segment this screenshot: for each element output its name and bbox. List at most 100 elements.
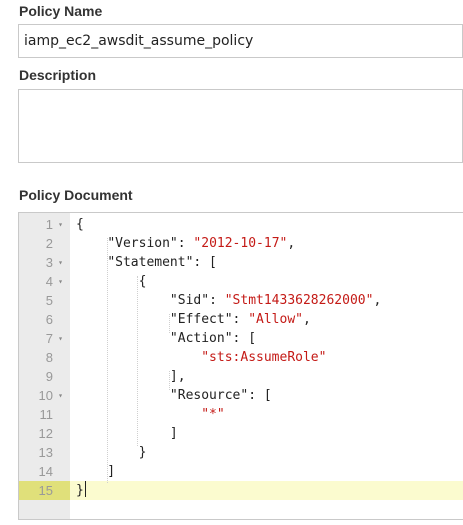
code-line[interactable]: 3 ▾ "Statement": [ xyxy=(19,253,463,272)
policy-document-label: Policy Document xyxy=(19,187,133,203)
code-text: { xyxy=(76,272,147,291)
code-text: { xyxy=(76,215,84,234)
line-number: 15 xyxy=(19,481,70,500)
punctuation-token xyxy=(76,331,170,346)
line-number: 14 xyxy=(19,462,70,481)
line-number-text: 2 xyxy=(45,236,53,251)
code-text: "Statement": [ xyxy=(76,253,217,272)
code-text: ] xyxy=(76,424,178,443)
line-number-text: 7 xyxy=(45,331,53,346)
punctuation-token: { xyxy=(76,217,84,232)
line-number-text: 14 xyxy=(38,464,53,479)
punctuation-token: } xyxy=(76,483,84,498)
punctuation-token xyxy=(76,350,201,365)
code-line[interactable]: 13 } xyxy=(19,443,463,462)
line-number: 12 xyxy=(19,424,70,443)
line-number: 11 xyxy=(19,405,70,424)
code-text: "Resource": [ xyxy=(76,386,272,405)
line-number: 13 xyxy=(19,443,70,462)
line-number-text: 13 xyxy=(38,445,53,460)
punctuation-token: : xyxy=(232,312,249,327)
punctuation-token xyxy=(76,255,107,270)
description-textarea[interactable] xyxy=(18,89,463,163)
code-text: ] xyxy=(76,462,115,481)
code-text: "*" xyxy=(76,405,225,424)
punctuation-token: } xyxy=(76,445,147,460)
policy-document-editor[interactable]: 1 ▾{2 "Version": "2012-10-17", 3 ▾ "Stateme… xyxy=(18,212,463,520)
line-number-text: 12 xyxy=(38,426,53,441)
fold-toggle-icon[interactable]: ▾ xyxy=(58,272,63,291)
string-token: "sts:AssumeRole" xyxy=(201,350,327,365)
code-text: "Version": "2012-10-17", xyxy=(76,234,295,253)
punctuation-token: ] xyxy=(76,426,178,441)
punctuation-token: : [ xyxy=(232,331,257,346)
line-number-text: 9 xyxy=(45,369,53,384)
code-line[interactable]: 1 ▾{ xyxy=(19,215,463,234)
punctuation-token: , xyxy=(287,236,296,251)
punctuation-token: : xyxy=(177,236,194,251)
code-line[interactable]: 12 ] xyxy=(19,424,463,443)
code-line[interactable]: 14 ] xyxy=(19,462,463,481)
code-text: "Action": [ xyxy=(76,329,256,348)
line-number-text: 3 xyxy=(45,255,53,270)
punctuation-token xyxy=(76,407,201,422)
code-line[interactable]: 2 "Version": "2012-10-17", xyxy=(19,234,463,253)
line-number-text: 8 xyxy=(45,350,53,365)
punctuation-token: , xyxy=(373,293,382,308)
punctuation-token: : [ xyxy=(193,255,217,270)
string-token: "Stmt1433628262000" xyxy=(224,293,374,308)
line-number-text: 1 xyxy=(45,217,53,232)
code-line[interactable]: 6 "Effect": "Allow", xyxy=(19,310,463,329)
string-token: "Allow" xyxy=(248,312,303,327)
code-line[interactable]: 4 ▾ { xyxy=(19,272,463,291)
string-token: "*" xyxy=(201,407,225,422)
line-number: 2 xyxy=(19,234,70,253)
line-number-text: 5 xyxy=(45,293,53,308)
line-number: 8 xyxy=(19,348,70,367)
code-line[interactable]: 7 ▾ "Action": [ xyxy=(19,329,463,348)
line-number-text: 11 xyxy=(39,407,54,422)
line-number-text: 15 xyxy=(38,483,53,498)
indent-guide xyxy=(169,371,170,390)
code-text: } xyxy=(76,481,84,500)
fold-toggle-icon[interactable]: ▾ xyxy=(58,215,63,234)
line-number: 9 xyxy=(19,367,70,386)
punctuation-token: ] xyxy=(76,464,116,479)
indent-guide xyxy=(169,314,170,333)
code-line[interactable]: 9 ], xyxy=(19,367,463,386)
code-line[interactable]: 8 "sts:AssumeRole" xyxy=(19,348,463,367)
punctuation-token xyxy=(76,236,107,251)
line-number: 6 xyxy=(19,310,70,329)
line-number: 3 ▾ xyxy=(19,253,70,272)
code-line[interactable]: 5 "Sid": "Stmt1433628262000", xyxy=(19,291,463,310)
policy-name-input[interactable]: iamp_ec2_awsdit_assume_policy xyxy=(18,24,463,58)
key-token: "Action" xyxy=(169,331,233,346)
punctuation-token: { xyxy=(76,274,147,289)
line-number-text: 6 xyxy=(45,312,53,327)
fold-toggle-icon[interactable]: ▾ xyxy=(58,253,63,272)
punctuation-token: , xyxy=(303,312,311,327)
code-text: } xyxy=(76,443,147,462)
punctuation-token xyxy=(76,293,170,308)
fold-toggle-icon[interactable]: ▾ xyxy=(58,329,63,348)
key-token: "Version" xyxy=(107,236,178,251)
punctuation-token: : xyxy=(209,293,225,308)
line-number-text: 4 xyxy=(45,274,53,289)
code-line[interactable]: 10 ▾ "Resource": [ xyxy=(19,386,463,405)
fold-toggle-icon[interactable]: ▾ xyxy=(58,386,63,405)
key-token: "Resource" xyxy=(169,388,249,403)
code-line[interactable]: 11 "*" xyxy=(19,405,463,424)
key-token: "Effect" xyxy=(169,312,233,327)
indent-guide xyxy=(107,238,108,483)
description-label: Description xyxy=(19,67,97,83)
punctuation-token xyxy=(76,312,170,327)
punctuation-token: : [ xyxy=(248,388,272,403)
string-token: "2012-10-17" xyxy=(193,236,288,251)
line-number: 4 ▾ xyxy=(19,272,70,291)
code-text: "Effect": "Allow", xyxy=(76,310,311,329)
punctuation-token xyxy=(76,388,170,403)
line-number-text: 10 xyxy=(38,388,53,403)
line-number: 1 ▾ xyxy=(19,215,70,234)
line-number: 5 xyxy=(19,291,70,310)
line-number: 7 ▾ xyxy=(19,329,70,348)
